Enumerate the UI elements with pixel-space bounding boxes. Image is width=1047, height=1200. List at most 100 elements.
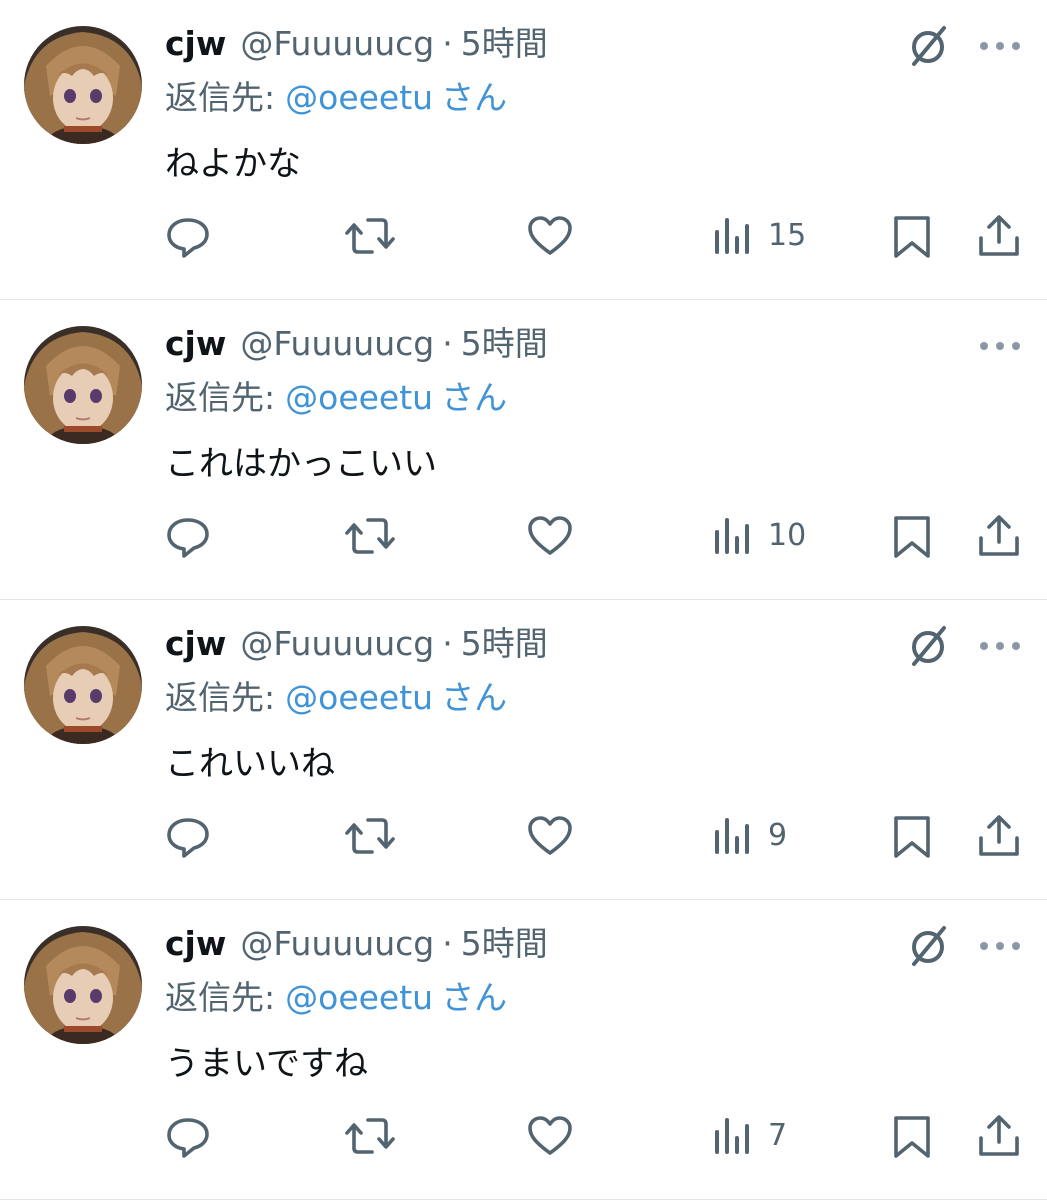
share-button[interactable] [975, 808, 1023, 864]
tweet-text: ねよかな [165, 144, 301, 184]
views-count: 7 [768, 1118, 788, 1153]
separator-dot: · [442, 324, 453, 363]
tweet-header: cjw @Fuuuuucg · 5時間 [165, 920, 548, 968]
user-handle[interactable]: @Fuuuuucg [240, 920, 434, 968]
reply-handle-link[interactable]: @oeeetu [285, 374, 433, 422]
like-button[interactable] [526, 808, 574, 864]
timestamp[interactable]: 5時間 [461, 620, 548, 668]
separator-dot: · [442, 624, 453, 663]
views-icon [712, 1112, 752, 1160]
separator-dot: · [442, 924, 453, 963]
reply-context: 返信先: @oeeetu さん [165, 974, 507, 1022]
views-count: 10 [768, 518, 807, 553]
tweet[interactable]: cjw @Fuuuuucg · 5時間 返信先: @oeeetu さん これはか… [0, 300, 1047, 600]
share-button[interactable] [975, 508, 1023, 564]
retweet-icon [344, 212, 396, 260]
share-icon [975, 512, 1023, 560]
reply-button[interactable] [164, 1108, 212, 1164]
action-bar: 10 [0, 508, 1047, 564]
avatar[interactable] [24, 926, 142, 1044]
grok-icon[interactable] [904, 22, 952, 70]
views-icon [712, 812, 752, 860]
tweet-header: cjw @Fuuuuucg · 5時間 [165, 620, 548, 668]
timestamp[interactable]: 5時間 [461, 20, 548, 68]
reply-prefix: 返信先: [165, 378, 276, 417]
like-button[interactable] [526, 208, 574, 264]
tweet[interactable]: cjw @Fuuuuucg · 5時間 返信先: @oeeetu さん これいい… [0, 600, 1047, 900]
action-bar: 9 [0, 808, 1047, 864]
reply-handle-link[interactable]: @oeeetu [285, 974, 433, 1022]
action-bar: 7 [0, 1108, 1047, 1164]
display-name[interactable]: cjw [165, 20, 226, 68]
bookmark-icon [888, 1112, 936, 1160]
bookmark-icon [888, 812, 936, 860]
more-icon[interactable] [976, 336, 1024, 356]
bookmark-icon [888, 512, 936, 560]
more-icon[interactable] [976, 936, 1024, 956]
retweet-icon [344, 512, 396, 560]
reply-icon [164, 512, 212, 560]
user-handle[interactable]: @Fuuuuucg [240, 620, 434, 668]
tweet-header: cjw @Fuuuuucg · 5時間 [165, 320, 548, 368]
tweet[interactable]: cjw @Fuuuuucg · 5時間 返信先: @oeeetu さん うまいで… [0, 900, 1047, 1200]
reply-prefix: 返信先: [165, 978, 276, 1017]
views-count: 15 [768, 218, 807, 253]
reply-handle-link[interactable]: @oeeetu [285, 674, 433, 722]
reply-suffix: さん [441, 978, 508, 1017]
retweet-button[interactable] [344, 1108, 396, 1164]
like-button[interactable] [526, 508, 574, 564]
like-icon [526, 812, 574, 860]
reply-context: 返信先: @oeeetu さん [165, 674, 507, 722]
share-button[interactable] [975, 208, 1023, 264]
separator-dot: · [442, 24, 453, 63]
avatar[interactable] [24, 326, 142, 444]
timestamp[interactable]: 5時間 [461, 320, 548, 368]
bookmark-button[interactable] [888, 508, 936, 564]
views-button[interactable]: 15 [712, 208, 806, 264]
retweet-button[interactable] [344, 208, 396, 264]
reply-suffix: さん [441, 78, 508, 117]
display-name[interactable]: cjw [165, 920, 226, 968]
more-icon[interactable] [976, 36, 1024, 56]
bookmark-button[interactable] [888, 808, 936, 864]
views-count: 9 [768, 818, 788, 853]
share-button[interactable] [975, 1108, 1023, 1164]
reply-icon [164, 812, 212, 860]
share-icon [975, 1112, 1023, 1160]
share-icon [975, 212, 1023, 260]
avatar[interactable] [24, 26, 142, 144]
like-icon [526, 1112, 574, 1160]
reply-prefix: 返信先: [165, 78, 276, 117]
reply-button[interactable] [164, 208, 212, 264]
display-name[interactable]: cjw [165, 320, 226, 368]
reply-handle-link[interactable]: @oeeetu [285, 74, 433, 122]
user-handle[interactable]: @Fuuuuucg [240, 320, 434, 368]
more-icon[interactable] [976, 636, 1024, 656]
retweet-icon [344, 812, 396, 860]
retweet-button[interactable] [344, 508, 396, 564]
views-button[interactable]: 7 [712, 1108, 787, 1164]
like-icon [526, 512, 574, 560]
reply-button[interactable] [164, 508, 212, 564]
views-button[interactable]: 9 [712, 808, 787, 864]
user-handle[interactable]: @Fuuuuucg [240, 20, 434, 68]
views-icon [712, 212, 752, 260]
like-button[interactable] [526, 1108, 574, 1164]
reply-icon [164, 1112, 212, 1160]
grok-icon[interactable] [904, 622, 952, 670]
grok-icon[interactable] [904, 922, 952, 970]
action-bar: 15 [0, 208, 1047, 264]
display-name[interactable]: cjw [165, 620, 226, 668]
avatar[interactable] [24, 626, 142, 744]
reply-feed: cjw @Fuuuuucg · 5時間 返信先: @oeeetu さん ねよかな [0, 0, 1047, 1200]
bookmark-button[interactable] [888, 1108, 936, 1164]
bookmark-button[interactable] [888, 208, 936, 264]
like-icon [526, 212, 574, 260]
views-button[interactable]: 10 [712, 508, 806, 564]
retweet-button[interactable] [344, 808, 396, 864]
share-icon [975, 812, 1023, 860]
reply-button[interactable] [164, 808, 212, 864]
reply-suffix: さん [441, 378, 508, 417]
timestamp[interactable]: 5時間 [461, 920, 548, 968]
tweet[interactable]: cjw @Fuuuuucg · 5時間 返信先: @oeeetu さん ねよかな [0, 0, 1047, 300]
